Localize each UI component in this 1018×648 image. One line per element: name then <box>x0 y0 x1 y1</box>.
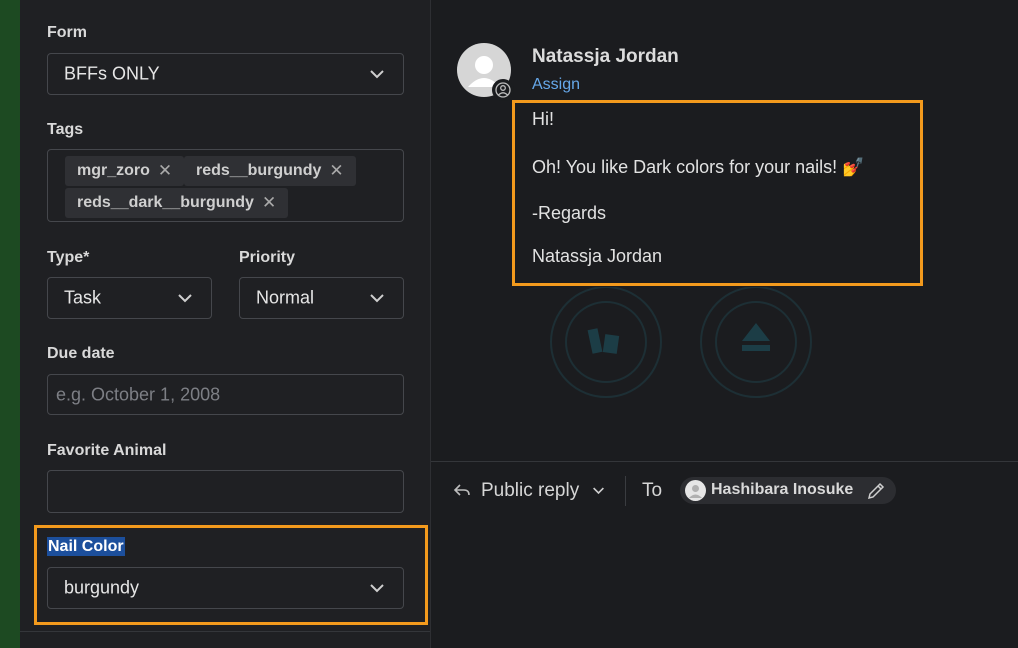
user-badge-icon <box>495 82 511 98</box>
message-line: Oh! You like Dark colors for your nails!… <box>532 157 865 177</box>
type-select[interactable]: Task <box>47 277 212 319</box>
chevron-down-icon <box>178 294 192 303</box>
favorite-animal-label: Favorite Animal <box>47 442 167 459</box>
message-line: Natassja Jordan <box>532 246 663 266</box>
pencil-icon[interactable] <box>866 481 886 501</box>
chevron-down-icon <box>370 294 384 303</box>
due-date-placeholder: e.g. October 1, 2008 <box>56 384 221 404</box>
close-icon[interactable]: ✕ <box>158 161 172 181</box>
type-label: Type* <box>47 249 90 266</box>
due-date-label: Due date <box>47 345 115 362</box>
recipient-pill[interactable]: Hashibara Inosuke <box>680 477 896 504</box>
tags-label: Tags <box>47 121 84 138</box>
vertical-divider <box>625 476 626 506</box>
nail-color-label-text: Nail Color <box>47 537 125 556</box>
priority-select-value: Normal <box>256 287 315 308</box>
tag-label: reds__dark__burgundy <box>77 194 254 211</box>
chevron-down-icon <box>370 584 384 593</box>
priority-select[interactable]: Normal <box>239 277 404 319</box>
conversation-panel: Natassja Jordan Assign Hi! Oh! You like … <box>431 0 1018 648</box>
nail-color-select-value: burgundy <box>64 577 140 598</box>
nail-color-label: Nail Color <box>47 537 125 556</box>
panel-divider <box>20 631 430 632</box>
chevron-down-icon <box>370 70 384 79</box>
form-select[interactable]: BFFs ONLY <box>47 53 404 95</box>
tag-chip: reds__dark__burgundy ✕ <box>65 188 289 218</box>
recipient-avatar <box>685 480 706 501</box>
message-line: Hi! <box>532 109 554 129</box>
close-icon[interactable]: ✕ <box>329 161 343 181</box>
favorite-animal-input[interactable] <box>47 470 404 513</box>
message-line: -Regards <box>532 203 607 223</box>
app-side-strip <box>0 0 20 648</box>
reply-arrow-icon <box>453 484 470 496</box>
author-name[interactable]: Natassja Jordan <box>532 46 679 68</box>
form-select-value: BFFs ONLY <box>64 63 160 84</box>
chevron-down-icon[interactable] <box>592 486 605 495</box>
avatar-icon <box>689 485 702 498</box>
tag-label: mgr_zoro <box>77 162 150 179</box>
priority-label: Priority <box>239 249 296 266</box>
to-label: To <box>642 480 663 501</box>
type-select-value: Task <box>64 287 102 308</box>
tag-label: reds__burgundy <box>196 162 322 179</box>
close-icon[interactable]: ✕ <box>262 193 276 213</box>
nail-color-select[interactable]: burgundy <box>47 567 404 609</box>
tag-chip: mgr_zoro ✕ <box>65 156 185 186</box>
composer-divider <box>431 461 1018 462</box>
ticket-fields-panel: Form BFFs ONLY Tags mgr_zoro ✕ reds__bur… <box>20 0 431 648</box>
certification-badge-icon <box>550 287 812 398</box>
assign-link[interactable]: Assign <box>532 76 580 94</box>
recipient-name: Hashibara Inosuke <box>711 481 854 498</box>
form-label: Form <box>47 24 87 41</box>
user-badge <box>492 79 514 101</box>
reply-composer-header: Public reply To Hashibara Inosuke <box>431 470 1018 514</box>
reply-mode-button[interactable]: Public reply <box>481 480 579 502</box>
tags-input[interactable]: mgr_zoro ✕ reds__burgundy ✕ reds__dark__… <box>47 149 404 222</box>
due-date-input[interactable]: e.g. October 1, 2008 <box>47 374 404 415</box>
tag-chip: reds__burgundy ✕ <box>184 156 356 186</box>
